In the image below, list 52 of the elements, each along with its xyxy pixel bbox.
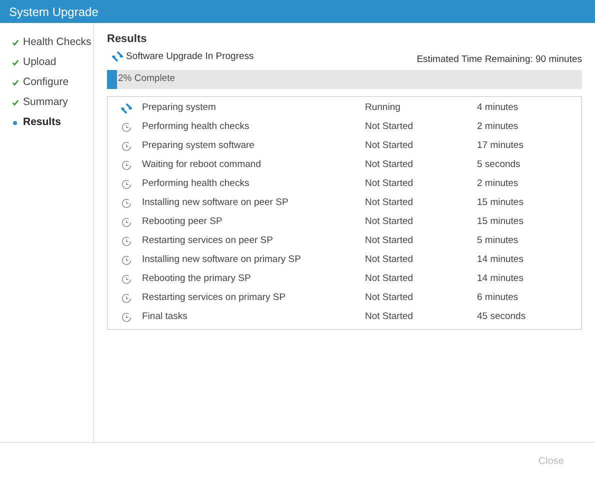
task-name: Installing new software on peer SP: [142, 196, 290, 210]
task-status: Not Started: [365, 310, 414, 324]
task-name: Rebooting the primary SP: [142, 272, 252, 286]
window-title: System Upgrade: [9, 4, 98, 20]
task-duration: 5 seconds: [477, 158, 520, 172]
task-duration: 5 minutes: [477, 234, 518, 248]
status-text: Software Upgrade In Progress: [126, 50, 254, 64]
time-remaining: Estimated Time Remaining: 90 minutes: [416, 52, 582, 66]
task-status: Not Started: [365, 177, 414, 192]
task-status: Not Started: [365, 120, 414, 134]
task-name: Performing health checks: [142, 177, 250, 192]
check-icon: [12, 79, 19, 86]
task-duration: 4 minutes: [477, 101, 518, 116]
task-name: Restarting services on primary SP: [142, 291, 287, 306]
task-name: Final tasks: [142, 310, 188, 324]
step-item[interactable]: Upload: [0, 56, 93, 69]
step-item[interactable]: Configure: [0, 76, 93, 89]
task-status: Not Started: [365, 158, 414, 172]
check-icon: [12, 99, 19, 106]
bullet-icon: [13, 120, 17, 124]
check-icon: [12, 39, 19, 46]
task-status: Not Started: [365, 196, 414, 210]
task-duration: 17 minutes: [477, 139, 524, 154]
task-name: Installing new software on primary SP: [142, 253, 302, 268]
task-status: Not Started: [365, 272, 414, 286]
task-duration: 14 minutes: [477, 272, 524, 286]
step-item[interactable]: Summary: [0, 96, 93, 109]
task-name: Performing health checks: [142, 120, 250, 134]
sync-icon: [112, 51, 123, 62]
task-status: Running: [365, 101, 402, 116]
task-duration: 15 minutes: [477, 196, 524, 210]
task-duration: 14 minutes: [477, 253, 524, 268]
results-heading: Results: [107, 32, 148, 47]
task-status: Not Started: [365, 139, 414, 154]
check-icon: [12, 59, 19, 66]
task-name: Preparing system software: [142, 139, 256, 154]
task-status: Not Started: [365, 234, 414, 248]
task-name: Rebooting peer SP: [142, 215, 224, 230]
task-name: Restarting services on peer SP: [142, 234, 274, 248]
step-item[interactable]: Health Checks: [0, 36, 93, 49]
task-status: Not Started: [365, 253, 414, 268]
task-duration: 2 minutes: [477, 120, 518, 134]
task-duration: 45 seconds: [477, 310, 526, 324]
task-name: Preparing system: [142, 101, 217, 116]
task-duration: 15 minutes: [477, 215, 524, 230]
task-duration: 6 minutes: [477, 291, 518, 306]
task-status: Not Started: [365, 215, 414, 230]
task-duration: 2 minutes: [477, 177, 518, 192]
progress-label: 2% Complete: [118, 72, 176, 86]
task-name: Waiting for reboot command: [142, 158, 262, 172]
task-status: Not Started: [365, 291, 414, 306]
step-item[interactable]: Results: [0, 116, 93, 129]
